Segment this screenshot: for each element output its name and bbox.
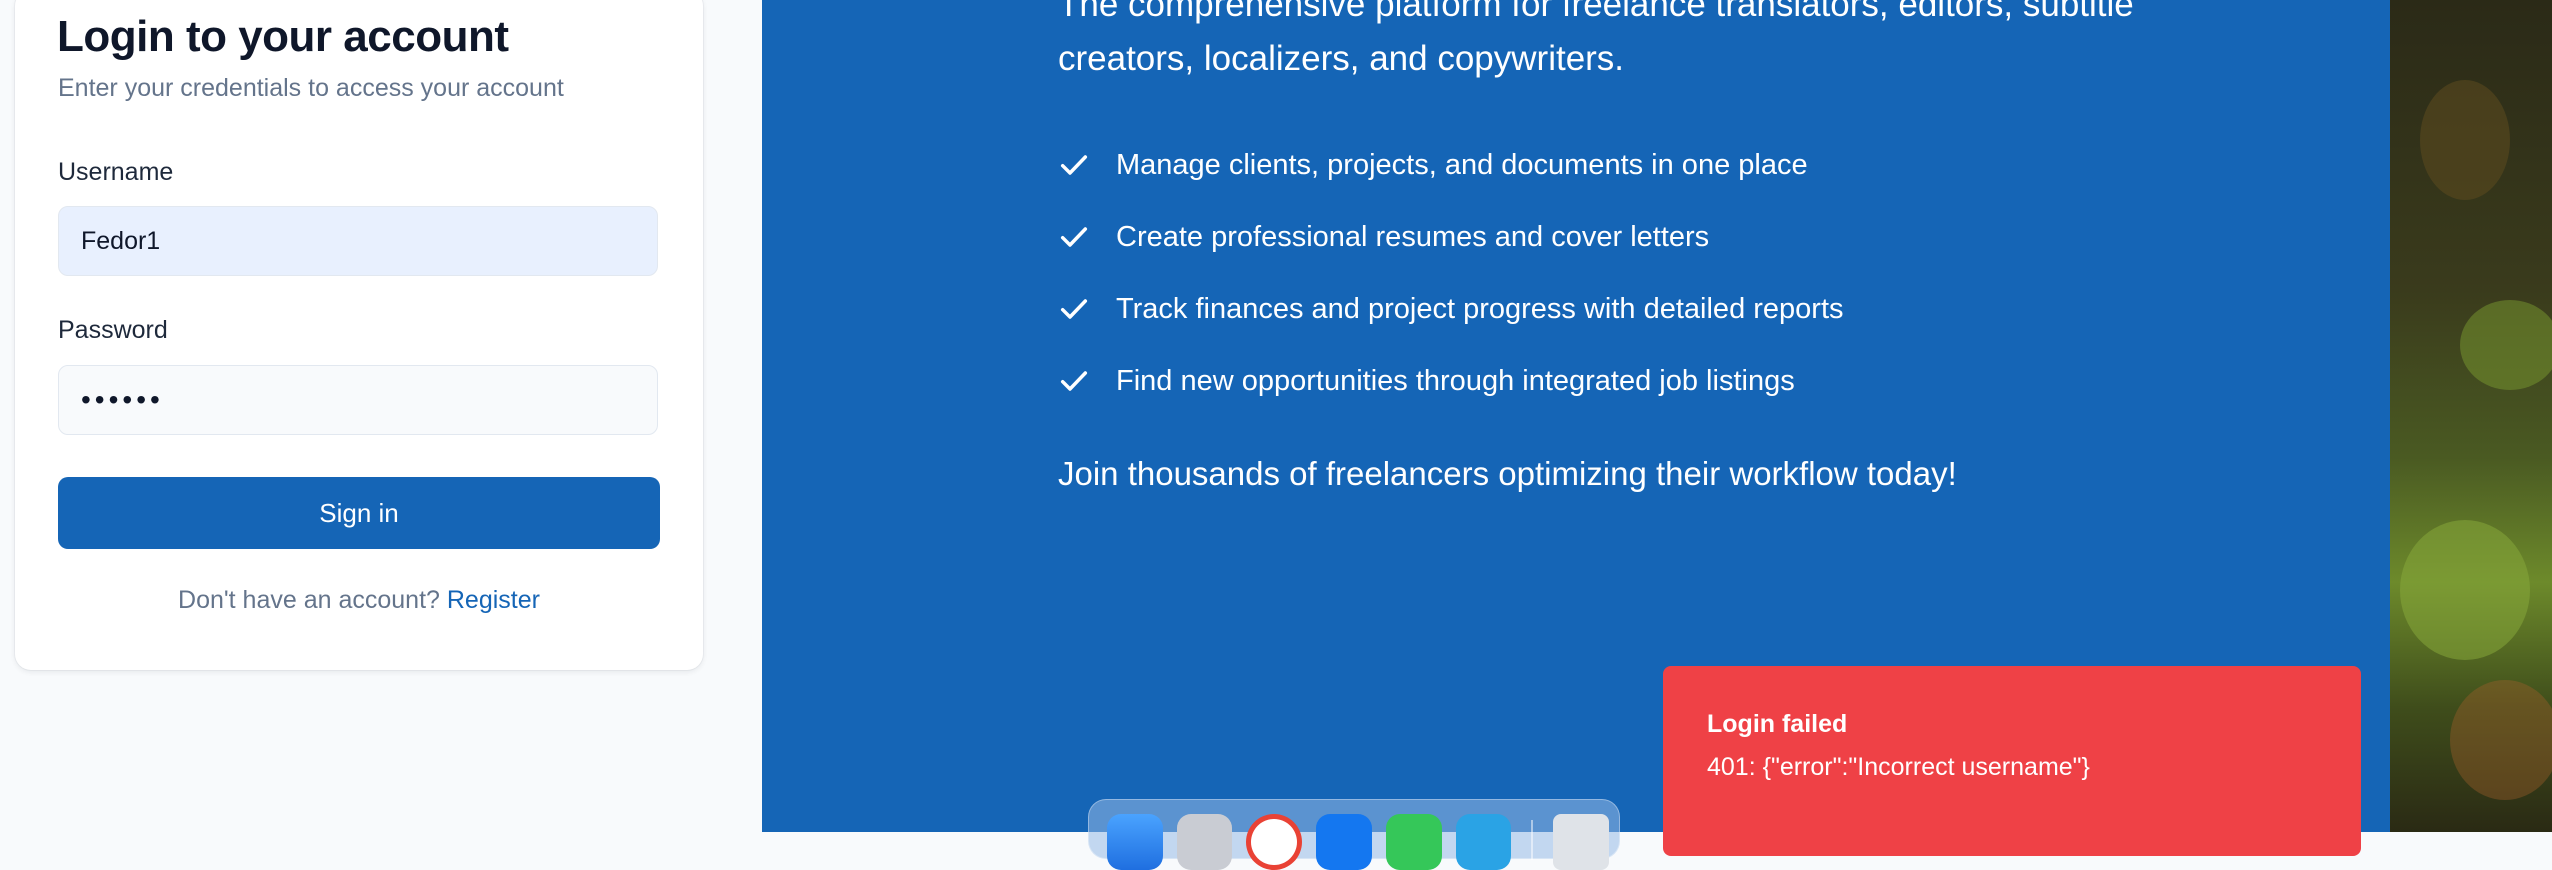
feature-item: Find new opportunities through integrate… [1058,345,1844,417]
telegram-icon[interactable] [1455,814,1512,870]
launchpad-icon[interactable] [1176,814,1233,870]
error-toast[interactable]: Login failed 401: {"error":"Incorrect us… [1663,666,2361,856]
promo-tagline: The comprehensive platform for freelance… [1058,0,2134,78]
chrome-icon[interactable] [1246,814,1303,870]
check-icon [1058,221,1090,253]
page-title: Login to your account [57,12,509,61]
feature-text: Create professional resumes and cover le… [1116,220,1710,253]
xcode-icon[interactable] [1316,814,1372,870]
promo-cta: Join thousands of freelancers optimizing… [1058,455,1957,492]
trash-icon[interactable] [1553,814,1609,870]
login-pane: Login to your account Enter your credent… [0,0,762,832]
dock [1088,799,1620,870]
feature-item: Manage clients, projects, and documents … [1058,129,1844,201]
finder-icon[interactable] [1107,814,1163,870]
feature-item: Create professional resumes and cover le… [1058,201,1844,273]
password-label: Password [58,316,168,344]
check-icon [1058,149,1090,181]
check-icon [1058,365,1090,397]
whatsapp-icon[interactable] [1385,814,1442,870]
register-prompt: Don't have an account? Register [15,586,703,615]
feature-text: Find new opportunities through integrate… [1116,364,1795,397]
dock-separator [1531,820,1534,860]
feature-item: Track finances and project progress with… [1058,273,1844,345]
page-subtitle: Enter your credentials to access your ac… [58,74,564,102]
password-input[interactable] [58,365,658,435]
toast-title: Login failed [1707,710,1848,738]
login-card: Login to your account Enter your credent… [15,0,703,670]
register-prompt-text: Don't have an account? [178,586,440,614]
feature-text: Track finances and project progress with… [1116,292,1844,325]
desktop-wallpaper [2390,0,2552,832]
feature-text: Manage clients, projects, and documents … [1116,148,1808,181]
check-icon [1058,293,1090,325]
username-label: Username [58,158,174,186]
sign-in-button[interactable]: Sign in [58,477,660,549]
feature-list: Manage clients, projects, and documents … [1058,129,1844,417]
toast-message: 401: {"error":"Incorrect username"} [1707,753,2090,781]
username-input[interactable] [58,206,658,276]
register-link[interactable]: Register [447,586,540,614]
